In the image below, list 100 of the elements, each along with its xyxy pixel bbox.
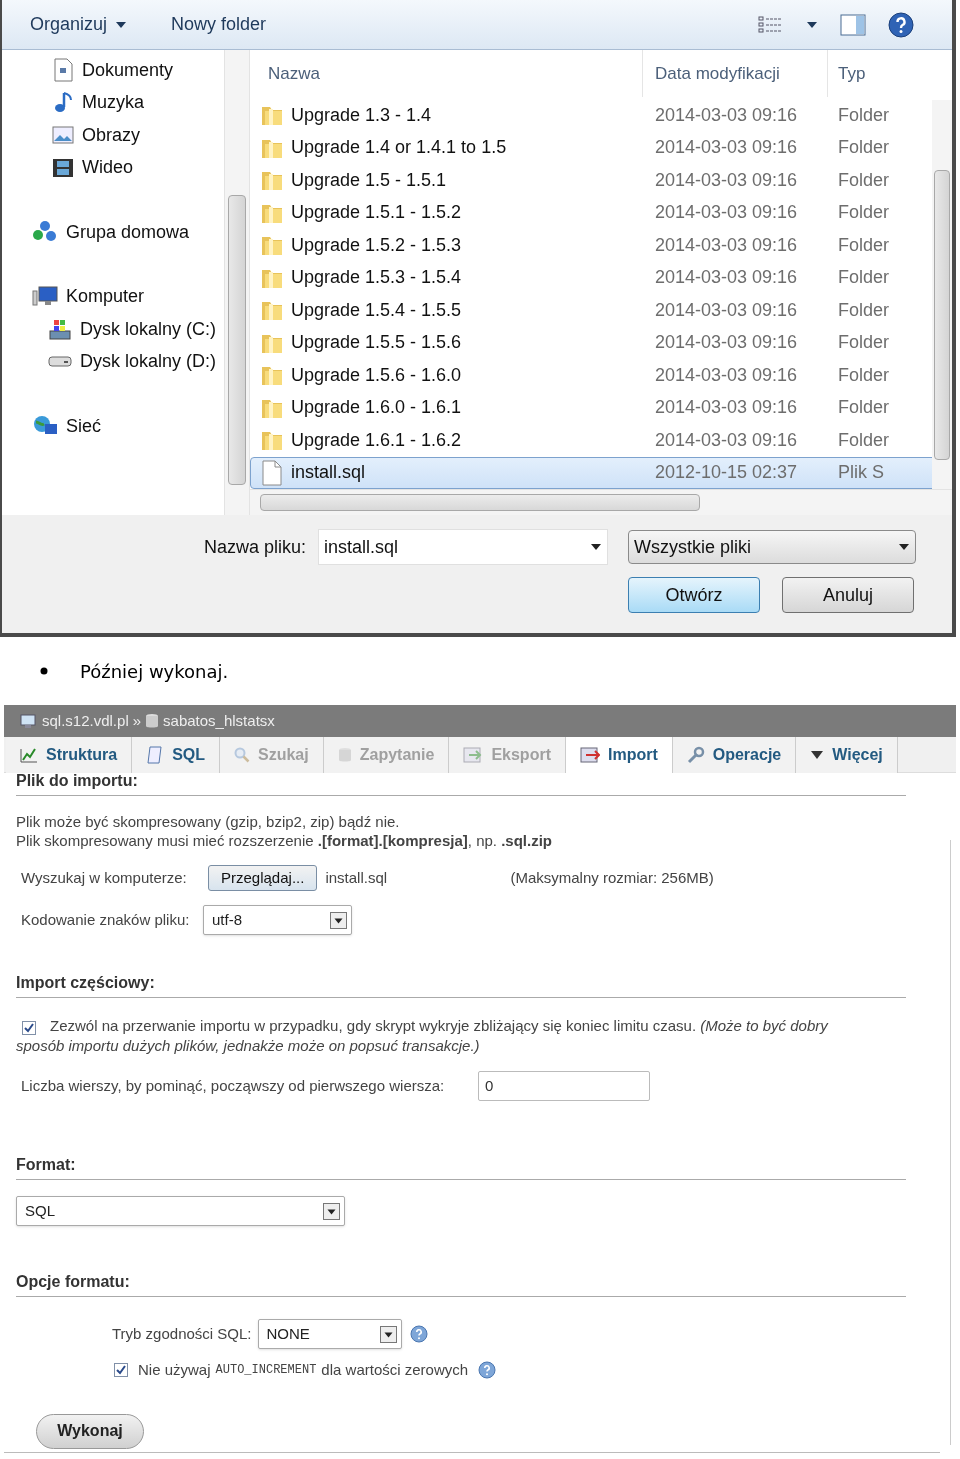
file-name: Upgrade 1.6.1 - 1.6.2 (291, 428, 462, 452)
file-name: install.sql (291, 461, 366, 485)
file-name: Upgrade 1.5 - 1.5.1 (291, 168, 447, 192)
file-date: 2014-03-03 09:16 (654, 103, 799, 127)
nav-item[interactable]: Komputer (32, 280, 224, 313)
nav-item[interactable]: Dokumenty (52, 54, 224, 87)
nav-item[interactable]: Dysk lokalny (C:) (48, 313, 224, 346)
scrollbar[interactable] (932, 100, 952, 489)
file-date: 2014-03-03 09:16 (654, 266, 799, 290)
field-label: Wyszukaj w komputerze: (21, 867, 188, 888)
caret-icon (115, 20, 128, 29)
file-name: Upgrade 1.5.2 - 1.5.3 (291, 233, 462, 257)
tab[interactable]: Struktura (6, 737, 133, 773)
file-type: Folder (837, 103, 891, 127)
filename-field[interactable]: install.sql (318, 529, 608, 565)
preview-pane-icon (840, 13, 866, 36)
nav-item[interactable]: Grupa domowa (32, 216, 224, 249)
tab[interactable]: Operacje (672, 737, 797, 773)
submit-button[interactable]: Wykonaj (36, 1413, 144, 1449)
caret-icon (810, 750, 825, 760)
file-row[interactable]: Upgrade 1.5.6 - 1.6.0 2014-03-03 09:16 Folder (250, 359, 952, 392)
file-type: Folder (837, 136, 891, 160)
file-name: Upgrade 1.5.6 - 1.6.0 (291, 363, 462, 387)
file-name: Upgrade 1.6.0 - 1.6.1 (291, 396, 462, 420)
file-type: Folder (837, 233, 891, 257)
chosen-file-name: install.sql (325, 867, 389, 888)
file-row[interactable]: Upgrade 1.5.1 - 1.5.2 2014-03-03 09:16 Folder (250, 196, 952, 229)
file-type-dropdown[interactable]: Wszystkie pliki (628, 530, 916, 564)
drive-icon (48, 356, 72, 368)
column-header[interactable]: Nazwa (250, 50, 642, 97)
file-date: 2014-03-03 09:16 (654, 168, 799, 192)
checkbox-label: Nie używaj (138, 1360, 211, 1380)
file-row[interactable]: Upgrade 1.6.1 - 1.6.2 2014-03-03 09:16 Folder (250, 424, 952, 457)
bullet-icon (40, 667, 48, 675)
tab[interactable]: SQL (132, 737, 220, 773)
file-name: Upgrade 1.3 - 1.4 (291, 103, 432, 127)
breadcrumb-separator: » (132, 710, 142, 731)
help-icon (888, 11, 914, 38)
file-row[interactable]: Upgrade 1.5.5 - 1.5.6 2014-03-03 09:16 Folder (250, 326, 952, 359)
scrollbar-thumb[interactable] (228, 195, 246, 485)
rows-to-skip-field[interactable]: 0 (478, 1071, 650, 1101)
dialog-button[interactable]: Anuluj (782, 577, 914, 613)
file-row[interactable]: Upgrade 1.4 or 1.4.1 to 1.5 2014-03-03 09:16 Folder (250, 131, 952, 164)
help-icon (409, 1325, 428, 1343)
file-type: Folder (837, 168, 891, 192)
import-icon (579, 747, 600, 763)
file-row[interactable]: Upgrade 1.5.4 - 1.5.5 2014-03-03 09:16 Folder (250, 294, 952, 327)
file-date: 2014-03-03 09:16 (654, 396, 799, 420)
compat-mode-dropdown[interactable]: NONE (257, 1319, 402, 1349)
checkbox[interactable] (114, 1363, 128, 1378)
breadcrumb-link[interactable]: sql.s12.vdl.pl (42, 709, 129, 733)
file-type: Folder (837, 266, 891, 290)
checkbox[interactable]: Zezwól na przerwanie importu w przypadku, gdy skrypt wykryje zbliżający się koniec limitu czasu. (Może to być dobry sposób importu dużych plików, jednakże może on popsuć transakcje.) (16, 1016, 906, 1056)
file-date: 2014-03-03 09:16 (654, 363, 799, 387)
scrollbar-thumb[interactable] (260, 494, 700, 511)
file-row[interactable]: Upgrade 1.5 - 1.5.1 2014-03-03 09:16 Folder (250, 164, 952, 197)
scrollbar[interactable] (250, 489, 952, 515)
filename-label: Nazwa pliku: (204, 535, 308, 559)
file-type: Folder (837, 331, 891, 355)
file-name: Upgrade 1.5.4 - 1.5.5 (291, 298, 462, 322)
file-row[interactable]: Upgrade 1.5.3 - 1.5.4 2014-03-03 09:16 Folder (250, 261, 952, 294)
windows-drive-icon (48, 317, 72, 342)
new-folder-button[interactable]: Nowy folder (171, 11, 267, 38)
breadcrumb-link[interactable]: sabatos_hlstatsx (163, 709, 275, 733)
nav-item[interactable]: Obrazy (52, 119, 224, 152)
file-row[interactable]: Upgrade 1.3 - 1.4 2014-03-03 09:16 Folder (250, 99, 952, 132)
column-header[interactable]: Typ (827, 50, 893, 97)
tab[interactable]: Więcej (796, 737, 898, 773)
file-name: Upgrade 1.5.5 - 1.5.6 (291, 331, 462, 355)
check-icon (24, 1023, 34, 1033)
file-row[interactable]: Upgrade 1.6.0 - 1.6.1 2014-03-03 09:16 Folder (250, 391, 952, 424)
file-date: 2014-03-03 09:16 (654, 331, 799, 355)
format-dropdown[interactable]: SQL (16, 1196, 345, 1226)
checkbox-label: dla wartości zerowych (321, 1360, 469, 1380)
file-date: 2012-10-15 02:37 (654, 461, 799, 485)
nav-item[interactable]: Muzyka (52, 86, 224, 119)
field-label: Tryb zgodności SQL: (112, 1323, 252, 1344)
search-icon (234, 747, 250, 763)
tab[interactable]: Import (565, 737, 673, 773)
file-type: Plik S (837, 461, 885, 485)
nav-item[interactable]: Dysk lokalny (D:) (48, 345, 224, 378)
caret-icon (590, 543, 602, 551)
file-row[interactable]: Upgrade 1.5.2 - 1.5.3 2014-03-03 09:16 Folder (250, 229, 952, 262)
view-options-icon (758, 14, 784, 35)
section-heading: Import częściowy: (16, 974, 155, 991)
column-header[interactable]: Data modyfikacji (642, 50, 827, 97)
structure-icon (20, 747, 38, 763)
export-icon (463, 747, 484, 763)
charset-dropdown[interactable]: utf-8 (203, 905, 352, 935)
scrollbar[interactable] (224, 50, 250, 515)
file-date: 2014-03-03 09:16 (654, 201, 799, 225)
scrollbar-thumb[interactable] (934, 170, 950, 460)
file-name: Upgrade 1.5.3 - 1.5.4 (291, 266, 462, 290)
nav-item[interactable]: Wideo (52, 151, 224, 184)
organize-button[interactable]: Organizuj (30, 11, 128, 38)
section-heading: Plik do importu: (16, 772, 138, 789)
nav-item[interactable]: Sieć (32, 410, 224, 443)
bullet-text: Później wykonaj. (80, 659, 229, 684)
dialog-button[interactable]: Otwórz (628, 577, 760, 613)
browse-button[interactable]: Przeglądaj... (208, 865, 318, 891)
